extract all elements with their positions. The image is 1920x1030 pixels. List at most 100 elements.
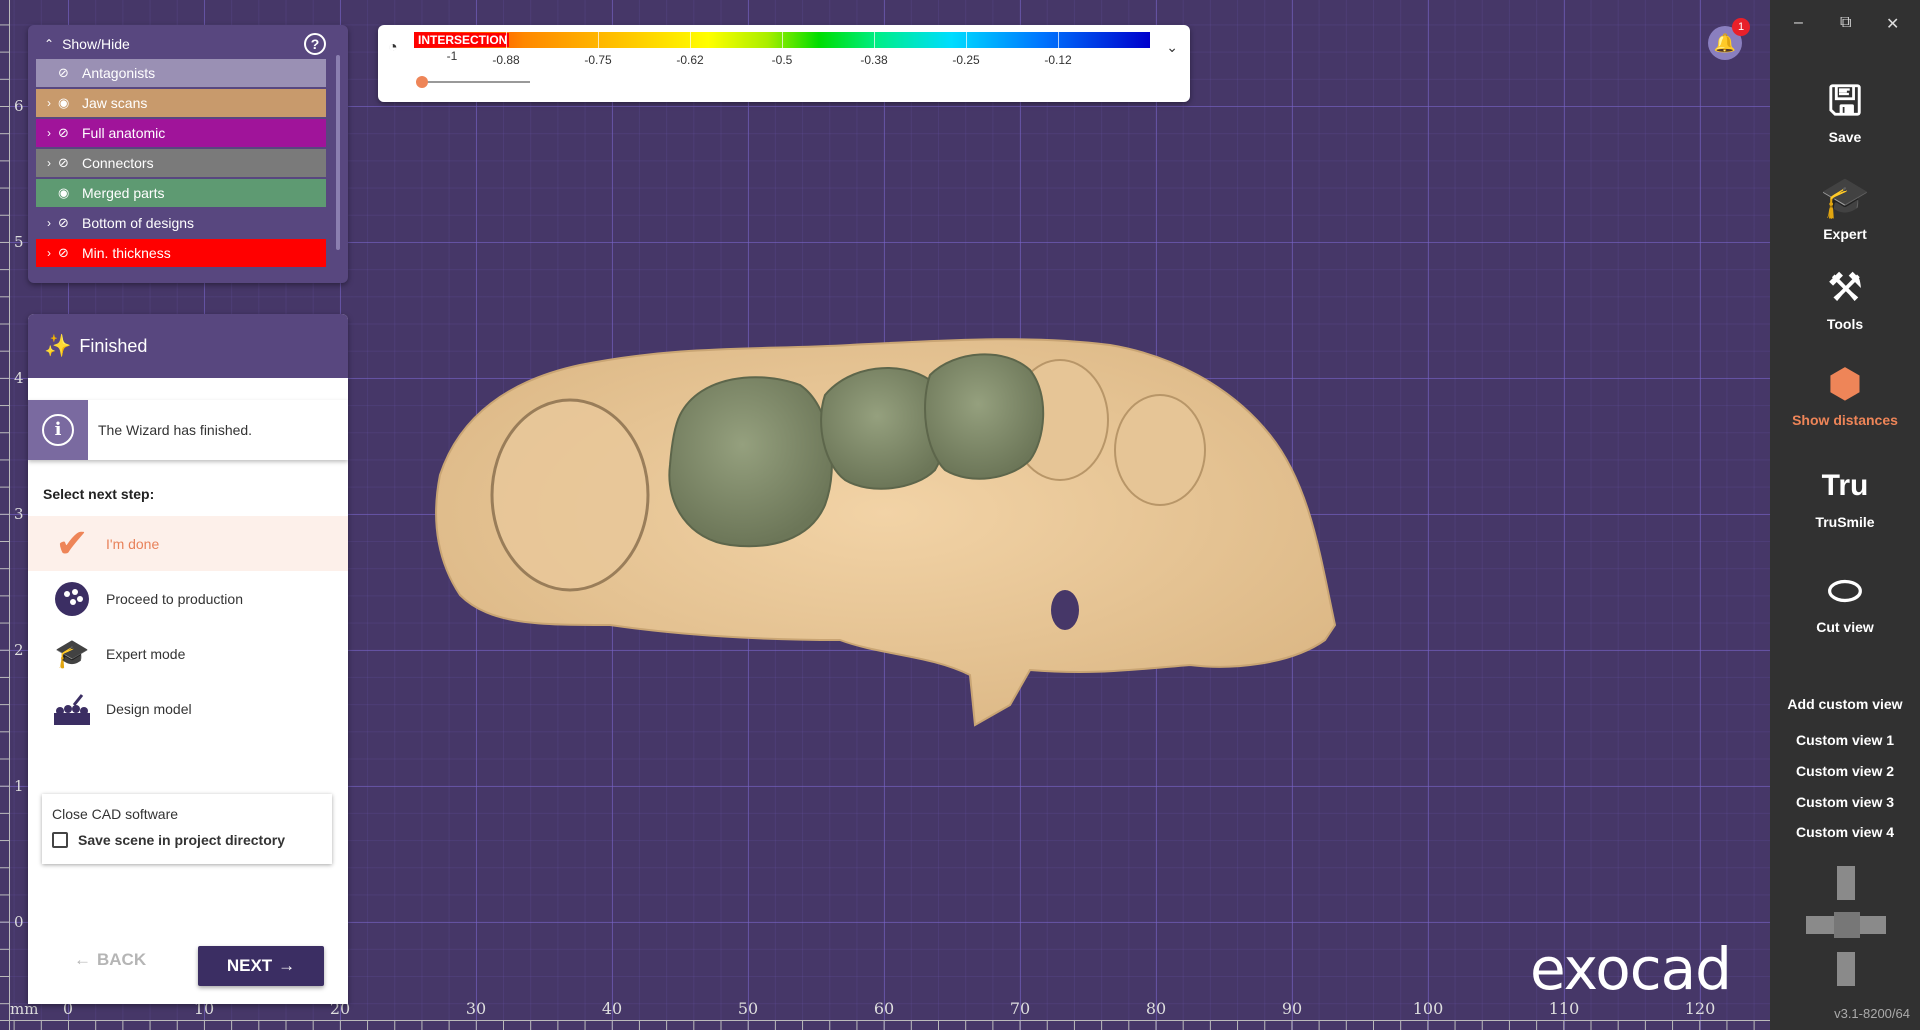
show-hide-scrollbar[interactable] <box>336 55 340 250</box>
option-label: Expert mode <box>106 645 186 662</box>
show-hide-item-label: Merged parts <box>82 185 165 201</box>
option-design-model[interactable]: Design model <box>28 681 348 736</box>
option-proceed-to-production[interactable]: Proceed to production <box>28 571 348 626</box>
save-scene-checkbox[interactable] <box>52 832 68 848</box>
model-icon <box>50 689 94 729</box>
eye-off-icon[interactable]: ⊘ <box>58 65 76 81</box>
close-cad-title: Close CAD software <box>52 806 179 822</box>
x-tick-label: 100 <box>1412 999 1444 1018</box>
chevron-right-icon[interactable]: › <box>40 246 58 260</box>
custom-view-3[interactable]: Custom view 3 <box>1770 794 1920 810</box>
eye-off-icon[interactable]: ⊘ <box>58 155 76 171</box>
custom-view-1[interactable]: Custom view 1 <box>1770 732 1920 748</box>
eye-off-icon[interactable]: ⊘ <box>58 125 76 141</box>
show-hide-item-merged-parts[interactable]: ◉ Merged parts <box>36 179 326 207</box>
show-hide-item-bottom-of-designs[interactable]: › ⊘ Bottom of designs <box>36 209 326 237</box>
view-navigation-cube[interactable] <box>1806 866 1896 986</box>
wizard-step-prompt: Select next step: <box>43 486 155 502</box>
y-tick-label: 3 <box>14 505 24 523</box>
chevron-down-icon[interactable]: ⌄ <box>1166 39 1178 56</box>
molar-socket <box>490 398 650 592</box>
option-label: Design model <box>106 700 192 717</box>
tools-icon: ⚒ <box>1827 266 1863 310</box>
chevron-right-icon[interactable]: › <box>40 126 58 140</box>
scale-slider-track[interactable] <box>418 81 530 83</box>
jaw-scan-model[interactable] <box>430 325 1340 735</box>
nav-top[interactable] <box>1837 866 1855 900</box>
scale-slider-handle[interactable] <box>416 76 428 88</box>
tool-expert[interactable]: 🎓 Expert <box>1770 172 1920 242</box>
bridge-crown-3 <box>924 353 1045 480</box>
eye-off-icon[interactable]: ⊘ <box>58 215 76 231</box>
graduation-cap-icon: 🎓 <box>54 638 90 669</box>
wizard-info-message: The Wizard has finished. <box>98 422 253 438</box>
tool-cut-view[interactable]: ⬭ Cut view <box>1770 565 1920 635</box>
bell-icon: 🔔 <box>1713 32 1737 53</box>
chevron-up-icon: ⌃ <box>44 37 55 51</box>
exocad-logo: exocad <box>1530 935 1732 1003</box>
close-icon[interactable]: ✕ <box>1886 14 1899 34</box>
restore-icon[interactable]: ⧉ <box>1840 14 1851 32</box>
horizontal-ruler <box>0 1020 1770 1030</box>
add-custom-view-button[interactable]: Add custom view <box>1770 696 1920 712</box>
scale-tick-label: -1 <box>446 49 458 63</box>
chevron-right-icon[interactable]: › <box>40 96 58 110</box>
question-circle-icon[interactable]: ? <box>304 33 326 55</box>
graduation-cap-icon: 🎓 <box>1820 176 1870 220</box>
scan-hole <box>1051 590 1079 630</box>
show-hide-item-full-anatomic[interactable]: › ⊘ Full anatomic <box>36 119 326 147</box>
right-toolbar: – ⧉ ✕ 🖫 Save 🎓 Expert ⚒ Tools ⬢ Show dis… <box>1770 0 1920 1030</box>
show-hide-item-min-thickness[interactable]: › ⊘ Min. thickness <box>36 239 326 267</box>
nav-center[interactable] <box>1834 912 1860 938</box>
x-tick-label: 80 <box>1145 999 1167 1018</box>
minimize-icon[interactable]: – <box>1794 14 1803 32</box>
y-tick-label: 0 <box>14 913 24 931</box>
show-hide-item-antagonists[interactable]: ⊘ Antagonists <box>36 59 326 87</box>
y-tick-label: 5 <box>14 233 24 251</box>
chevron-right-icon[interactable]: › <box>40 156 58 170</box>
show-hide-item-label: Full anatomic <box>82 125 166 141</box>
eye-off-icon[interactable]: ⊘ <box>58 245 76 261</box>
premolar-far-right <box>1114 394 1206 506</box>
option-im-done[interactable]: ✔ I'm done <box>28 516 348 571</box>
custom-view-4[interactable]: Custom view 4 <box>1770 824 1920 840</box>
chevron-right-icon[interactable]: › <box>40 216 58 230</box>
notification-button[interactable]: 🔔 1 <box>1708 18 1750 60</box>
tool-trusmile[interactable]: Tru TruSmile <box>1770 460 1920 530</box>
next-button[interactable]: NEXT → <box>198 946 324 986</box>
custom-view-2[interactable]: Custom view 2 <box>1770 763 1920 779</box>
gauge-icon[interactable]: ◔ <box>388 39 398 57</box>
eye-icon[interactable]: ◉ <box>58 185 76 201</box>
scale-tick-label: -0.12 <box>1044 53 1072 67</box>
show-hide-item-label: Bottom of designs <box>82 215 195 231</box>
show-hide-item-label: Connectors <box>82 155 154 171</box>
checkmark-icon: ✔ <box>55 521 89 566</box>
production-icon <box>50 579 94 619</box>
show-hide-header[interactable]: ⌃ Show/Hide <box>32 31 344 57</box>
tool-show-distances[interactable]: ⬢ Show distances <box>1770 358 1920 428</box>
option-expert-mode[interactable]: 🎓 Expert mode <box>28 626 348 681</box>
scale-tick-label: -0.62 <box>676 53 704 67</box>
tool-tools[interactable]: ⚒ Tools <box>1770 262 1920 332</box>
trusmile-icon: Tru <box>1821 469 1869 502</box>
x-tick-label: 70 <box>1009 999 1031 1018</box>
save-scene-label[interactable]: Save scene in project directory <box>78 832 285 848</box>
scale-tick-label: -0.88 <box>492 53 520 67</box>
show-distances-icon: ⬢ <box>1827 362 1863 406</box>
eye-icon[interactable]: ◉ <box>58 95 76 111</box>
x-tick-label: 50 <box>737 999 759 1018</box>
cut-view-icon: ⬭ <box>1827 569 1863 613</box>
x-tick-label: 60 <box>873 999 895 1018</box>
magic-wand-icon: ✨ <box>44 333 72 358</box>
notification-badge: 1 <box>1732 18 1750 36</box>
show-hide-title: Show/Hide <box>62 36 130 52</box>
wizard-info-box: i The Wizard has finished. <box>28 400 348 460</box>
back-button[interactable]: ← BACK <box>74 950 146 970</box>
x-tick-label: 90 <box>1281 999 1303 1018</box>
nav-bottom[interactable] <box>1837 952 1855 986</box>
tool-save[interactable]: 🖫 Save <box>1770 75 1920 145</box>
show-hide-item-connectors[interactable]: › ⊘ Connectors <box>36 149 326 177</box>
show-hide-item-jaw-scans[interactable]: › ◉ Jaw scans <box>36 89 326 117</box>
arrow-left-icon: ← <box>74 950 91 969</box>
scale-tick-label: -0.75 <box>584 53 612 67</box>
